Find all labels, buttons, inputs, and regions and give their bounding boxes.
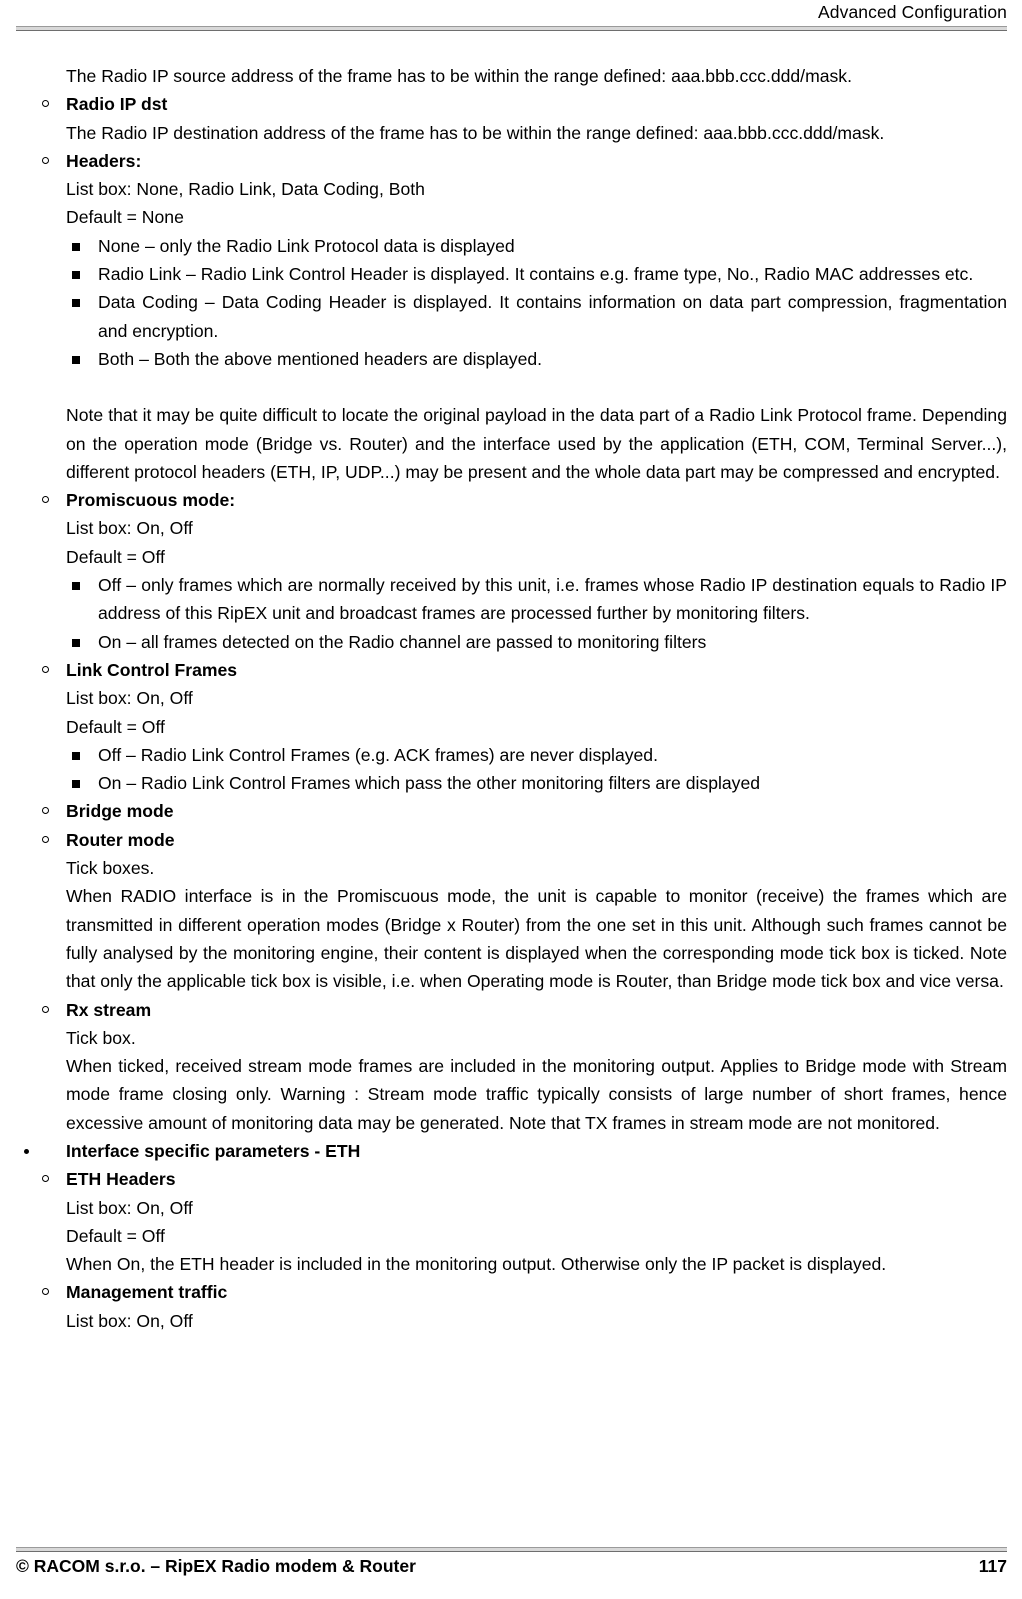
footer-divider: [16, 1547, 1007, 1552]
list-item-promiscuous-mode: Promiscuous mode:: [16, 486, 1007, 514]
list-item-headers-none: None – only the Radio Link Protocol data…: [16, 232, 1007, 260]
list-item-text: Data Coding – Data Coding Header is disp…: [98, 292, 1007, 341]
list-item-label: Promiscuous mode:: [66, 490, 236, 511]
header-divider: [16, 26, 1007, 31]
eth-headers-listbox-values: List box: On, Off: [66, 1197, 193, 1218]
square-bullet-icon: [72, 355, 80, 364]
list-item-text: Both – Both the above mentioned headers …: [98, 348, 543, 369]
list-item-text: On – all frames detected on the Radio ch…: [98, 631, 707, 652]
circle-bullet-icon: [42, 807, 49, 815]
list-item-headers: Headers:: [16, 147, 1007, 175]
list-item-text: Off – Radio Link Control Frames (e.g. AC…: [98, 744, 658, 765]
page-footer: © RACOM s.r.o. – RipEX Radio modem & Rou…: [16, 1547, 1007, 1587]
circle-bullet-icon: [42, 496, 49, 504]
list-item-label: Rx stream: [66, 999, 152, 1020]
list-item-interface-specific-eth: Interface specific parameters - ETH: [16, 1137, 1007, 1165]
circle-bullet-icon: [42, 1175, 49, 1183]
paragraph-radio-ip-dst-description: The Radio IP destination address of the …: [66, 122, 885, 143]
list-item-label: Router mode: [66, 829, 175, 850]
square-bullet-icon: [72, 271, 80, 280]
footer-copyright: © RACOM s.r.o. – RipEX Radio modem & Rou…: [16, 1556, 416, 1576]
list-item-label: Headers:: [66, 150, 142, 171]
list-item-label: ETH Headers: [66, 1169, 176, 1190]
headers-listbox-values: List box: None, Radio Link, Data Coding,…: [66, 179, 425, 200]
circle-bullet-icon: [42, 100, 49, 108]
circle-bullet-icon: [42, 156, 49, 164]
lcf-default-value: Default = Off: [66, 716, 165, 737]
circle-bullet-icon: [42, 1005, 49, 1013]
page-header: Advanced Configuration: [16, 0, 1007, 31]
list-item-label: Bridge mode: [66, 801, 174, 822]
promiscuous-listbox-values: List box: On, Off: [66, 518, 193, 539]
list-item-headers-both: Both – Both the above mentioned headers …: [16, 345, 1007, 373]
list-item-bridge-mode: Bridge mode: [16, 797, 1007, 825]
lcf-listbox-values: List box: On, Off: [66, 688, 193, 709]
circle-bullet-icon: [42, 835, 49, 843]
document-page: Advanced Configuration The Radio IP sour…: [0, 0, 1022, 1599]
list-item-promiscuous-on: On – all frames detected on the Radio ch…: [16, 628, 1007, 656]
circle-bullet-icon: [42, 1288, 49, 1296]
list-item-router-mode: Router mode: [16, 826, 1007, 854]
promiscuous-default-value: Default = Off: [66, 546, 165, 567]
list-item-label: Link Control Frames: [66, 659, 238, 680]
list-item-eth-headers: ETH Headers: [16, 1165, 1007, 1193]
list-item-promiscuous-off: Off – only frames which are normally rec…: [16, 571, 1007, 628]
list-item-lcf-off: Off – Radio Link Control Frames (e.g. AC…: [16, 741, 1007, 769]
disc-bullet-icon: [24, 1148, 29, 1154]
list-item-headers-data-coding: Data Coding – Data Coding Header is disp…: [16, 288, 1007, 345]
paragraph-rx-stream-description: When ticked, received stream mode frames…: [66, 1056, 1007, 1133]
list-item-rx-stream: Rx stream: [16, 996, 1007, 1024]
rx-stream-tick-box-label: Tick box.: [66, 1027, 136, 1048]
list-item-headers-radio-link: Radio Link – Radio Link Control Header i…: [16, 260, 1007, 288]
management-listbox-values: List box: On, Off: [66, 1310, 193, 1331]
square-bullet-icon: [72, 582, 80, 591]
modes-tick-boxes-label: Tick boxes.: [66, 858, 155, 879]
headers-default-value: Default = None: [66, 207, 184, 228]
square-bullet-icon: [72, 638, 80, 647]
list-item-radio-ip-dst: Radio IP dst: [16, 90, 1007, 118]
list-item-text: None – only the Radio Link Protocol data…: [98, 235, 515, 256]
page-header-title: Advanced Configuration: [818, 2, 1007, 22]
list-item-text: Off – only frames which are normally rec…: [98, 575, 1007, 624]
list-item-label: Management traffic: [66, 1282, 228, 1303]
square-bullet-icon: [72, 751, 80, 760]
document-body: The Radio IP source address of the frame…: [16, 62, 1007, 1335]
footer-page-number: 117: [978, 1556, 1007, 1576]
list-item-link-control-frames: Link Control Frames: [16, 656, 1007, 684]
list-item-label: Radio IP dst: [66, 94, 168, 115]
square-bullet-icon: [72, 242, 80, 251]
list-item-lcf-on: On – Radio Link Control Frames which pas…: [16, 769, 1007, 797]
square-bullet-icon: [72, 780, 80, 789]
circle-bullet-icon: [42, 665, 49, 673]
paragraph-radio-ip-src-description: The Radio IP source address of the frame…: [66, 66, 852, 86]
paragraph-note-payload: Note that it may be quite difficult to l…: [66, 405, 1007, 482]
paragraph-modes-description: When RADIO interface is in the Promiscuo…: [66, 886, 1007, 992]
list-item-label: Interface specific parameters - ETH: [66, 1140, 361, 1161]
square-bullet-icon: [72, 299, 80, 308]
list-item-management-traffic: Management traffic: [16, 1278, 1007, 1306]
paragraph-eth-headers-description: When On, the ETH header is included in t…: [66, 1254, 887, 1275]
list-item-text: On – Radio Link Control Frames which pas…: [98, 773, 761, 794]
eth-headers-default-value: Default = Off: [66, 1225, 165, 1246]
list-item-text: Radio Link – Radio Link Control Header i…: [98, 264, 974, 285]
